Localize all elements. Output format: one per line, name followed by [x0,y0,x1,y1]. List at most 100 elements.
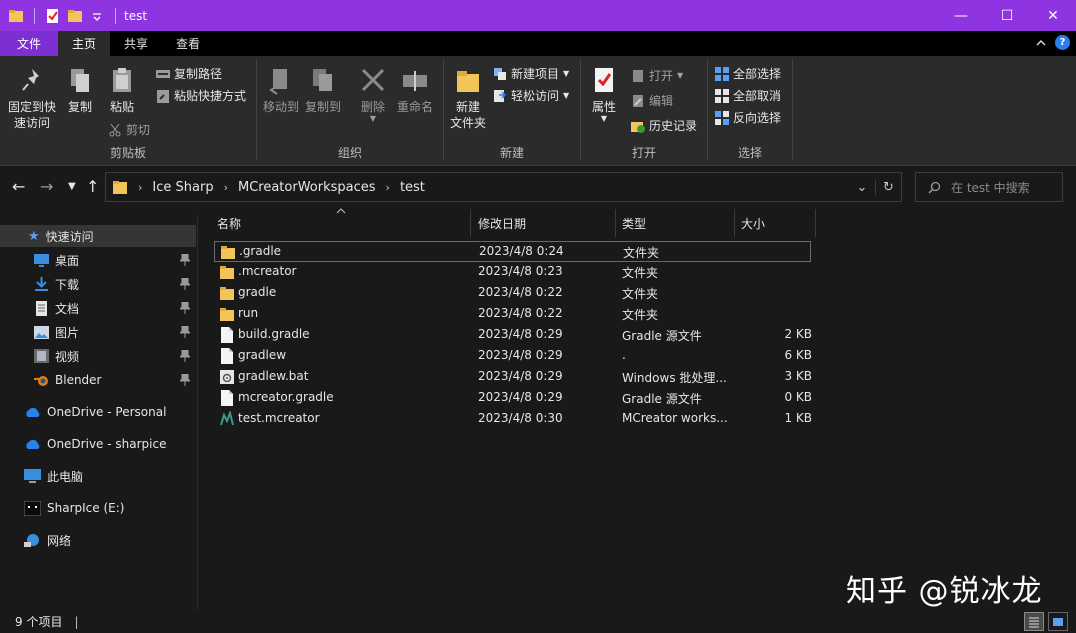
select-all-button[interactable]: 全部选择 [715,65,781,82]
delete-button[interactable]: 删除 ▼ [356,66,390,123]
breadcrumb-ice-sharp[interactable]: Ice Sharp [152,180,213,195]
table-row[interactable]: .gradle 2023/4/8 0:24 文件夹 [214,241,811,262]
divider[interactable] [734,209,735,237]
address-dropdown-icon[interactable]: ⌄ [849,180,875,195]
delete-x-icon [361,68,385,92]
properties-icon[interactable] [45,8,61,24]
breadcrumb-mcreatorworkspaces[interactable]: MCreatorWorkspaces [238,180,376,195]
invert-selection-label: 反向选择 [733,111,782,125]
refresh-icon[interactable]: ↻ [875,179,901,195]
search-input[interactable]: 在 test 中搜索 [915,172,1063,202]
minimize-button[interactable]: — [938,0,984,31]
divider[interactable] [470,209,471,237]
history-button[interactable]: 历史记录 [631,117,697,134]
column-header-type[interactable]: 类型 [622,209,646,237]
select-all-label: 全部选择 [733,67,782,81]
table-row[interactable]: test.mcreator 2023/4/8 0:30 MCreator works… [214,409,812,430]
select-none-button[interactable]: 全部取消 [715,87,781,104]
new-folder-button[interactable]: 新建 文件夹 [448,66,488,131]
table-row[interactable]: build.gradle 2023/4/8 0:29 Gradle 源文件 2 KB [214,325,812,346]
rename-button[interactable]: 重命名 [395,66,435,115]
customize-chevron-icon[interactable] [89,8,105,24]
chevron-right-icon[interactable]: › [138,181,142,194]
tab-home[interactable]: 主页 [58,31,111,56]
column-header-name[interactable]: 名称 [217,209,241,237]
sidebar-item-videos[interactable]: 视频 [0,345,196,367]
open-group: 属性 ▼ 打开 ▼ 编辑 历史记录 打开 [581,56,707,166]
scissors-icon [109,123,121,136]
copy-to-button[interactable]: 复制到 [304,66,342,115]
table-row[interactable]: run 2023/4/8 0:22 文件夹 [214,304,811,325]
sidebar-item-quick-access[interactable]: ★ 快速访问 [0,225,196,247]
paste-button[interactable]: 粘贴 [104,66,140,115]
open-button[interactable]: 打开 ▼ [631,67,683,84]
pin-quick-access-button[interactable]: 固定到快 速访问 [6,66,58,131]
recent-locations-chevron-icon[interactable]: ▼ [68,181,76,192]
copy-button[interactable]: 复制 [62,66,98,115]
new-folder-icon[interactable] [67,8,83,24]
divider[interactable] [815,209,816,237]
properties-button[interactable]: 属性 ▼ [587,66,621,123]
sidebar-item-onedrive-personal[interactable]: OneDrive - Personal [0,401,196,423]
sidebar-item-this-pc[interactable]: 此电脑 [0,465,196,487]
large-icons-view-button[interactable] [1048,612,1068,631]
group-label: 选择 [737,146,762,160]
sidebar-item-blender[interactable]: Blender [0,369,196,391]
edit-button[interactable]: 编辑 [631,92,673,109]
chevron-right-icon[interactable]: › [224,181,228,194]
sidebar-item-pictures[interactable]: 图片 [0,321,196,343]
address-bar[interactable]: › Ice Sharp › MCreatorWorkspaces › test … [105,172,902,202]
move-to-icon [269,69,287,95]
item-count: 9 个项目 [15,615,63,629]
column-header-modified[interactable]: 修改日期 [478,209,526,237]
back-arrow-icon[interactable]: ← [12,177,25,196]
sidebar-item-drive-e[interactable]: SharpIce (E:) [0,497,196,519]
invert-selection-button[interactable]: 反向选择 [715,109,781,126]
file-size: 1 KB [784,411,812,425]
paste-shortcut-button[interactable]: 粘贴快捷方式 [156,87,246,104]
divider[interactable] [615,209,616,237]
open-label: 打开 [649,69,674,83]
new-item-button[interactable]: 新建项目 ▼ [493,65,569,82]
divider [34,7,35,24]
file-type: 文件夹 [623,246,660,260]
sidebar-item-network[interactable]: 网络 [0,529,196,551]
pin-icon [180,302,190,314]
file-name: .mcreator [238,264,297,278]
table-row[interactable]: gradlew.bat 2023/4/8 0:29 Windows 批处理... 3 … [214,367,812,388]
up-arrow-icon[interactable]: ↑ [86,177,99,196]
sidebar-item-label: 视频 [55,349,80,364]
chevron-right-icon[interactable]: › [386,181,390,194]
sidebar-item-downloads[interactable]: 下载 [0,273,196,295]
maximize-button[interactable]: ☐ [984,0,1030,31]
tab-view[interactable]: 查看 [162,31,214,56]
easy-access-button[interactable]: 轻松访问 ▼ [493,87,569,104]
navigation-pane: ★ 快速访问 桌面 下载 文档 图片 视频 Blender OneDrive -… [0,215,198,610]
cut-button[interactable]: 剪切 [108,121,150,138]
tab-share[interactable]: 共享 [110,31,162,56]
close-button[interactable]: ✕ [1030,0,1076,31]
tab-file[interactable]: 文件 [0,31,58,56]
table-row[interactable]: .mcreator 2023/4/8 0:23 文件夹 [214,262,811,283]
blender-icon [34,376,48,386]
sidebar-item-desktop[interactable]: 桌面 [0,249,196,271]
collapse-ribbon-icon[interactable] [1035,37,1047,49]
details-view-button[interactable] [1024,612,1044,631]
sidebar-item-label: 下载 [55,277,80,292]
table-row[interactable]: gradlew 2023/4/8 0:29. 6 KB [214,346,812,367]
sidebar-item-documents[interactable]: 文档 [0,297,196,319]
sidebar-item-onedrive-sharpice[interactable]: OneDrive - sharpice [0,433,196,455]
large-icons-view-icon [1053,617,1063,626]
forward-arrow-icon[interactable]: → [40,177,53,196]
divider [115,7,116,24]
table-row[interactable]: gradle 2023/4/8 0:22 文件夹 [214,283,811,304]
folder-icon [220,308,234,321]
cloud-icon [26,439,40,449]
move-to-button[interactable]: 移动到 [262,66,300,115]
column-header-size[interactable]: 大小 [741,209,765,237]
sidebar-item-label: 网络 [47,533,72,548]
copy-path-button[interactable]: 复制路径 [156,65,222,82]
table-row[interactable]: mcreator.gradle 2023/4/8 0:29 Gradle 源文件 0 … [214,388,812,409]
help-icon[interactable]: ? [1055,35,1070,50]
breadcrumb-test[interactable]: test [400,180,425,195]
